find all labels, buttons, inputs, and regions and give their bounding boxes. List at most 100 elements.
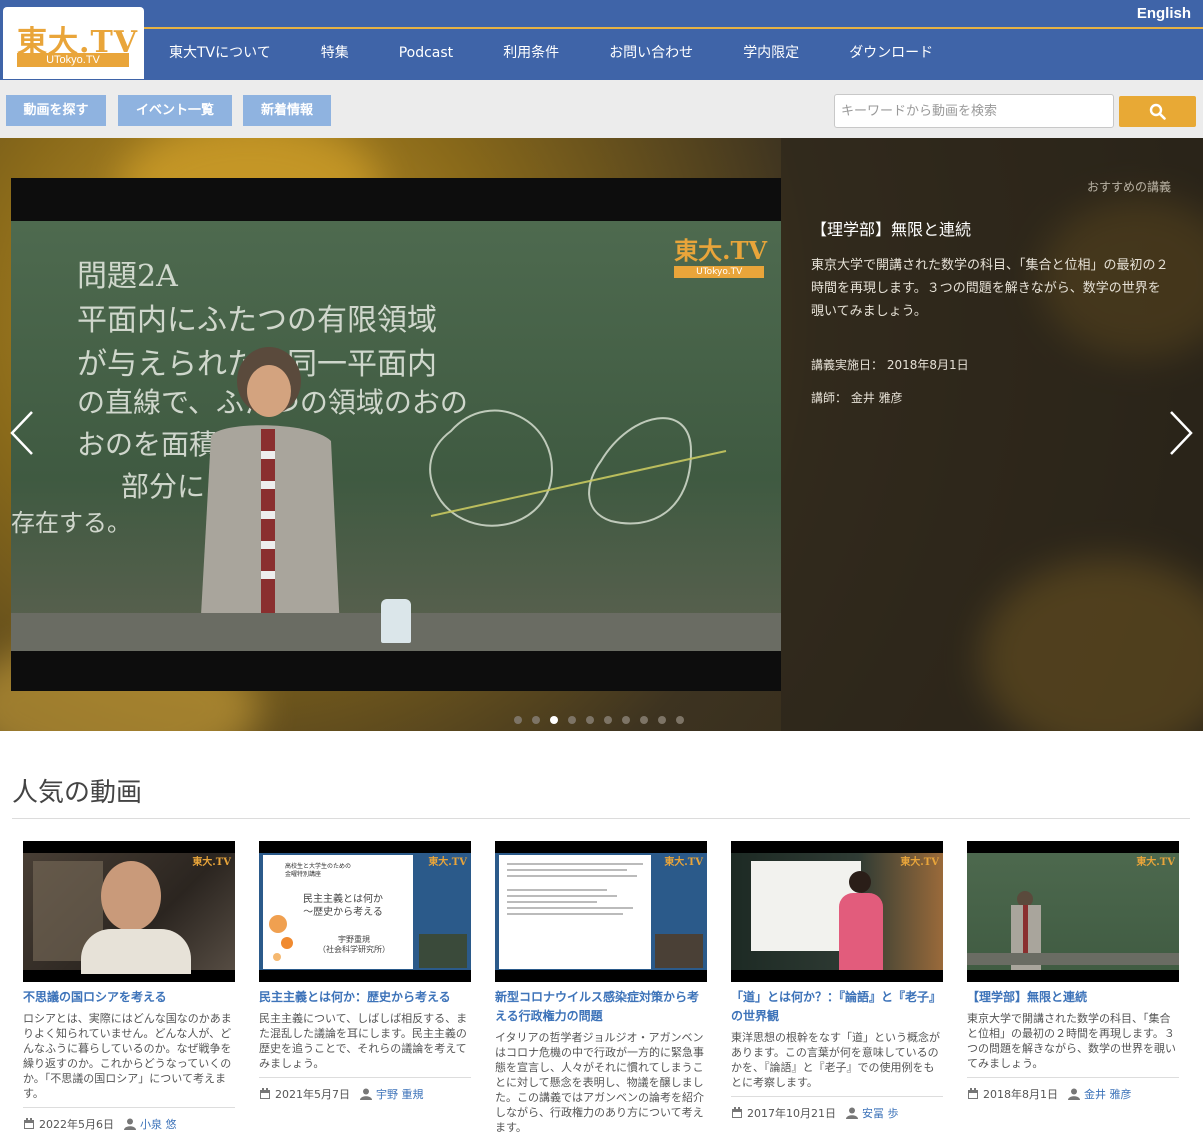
chalk-diagram [429, 409, 727, 527]
video-title[interactable]: 【理学部】無限と連続 [967, 988, 1179, 1007]
nav-item-internal[interactable]: 学内限定 [718, 30, 824, 78]
slide-text-line [507, 869, 627, 871]
find-videos-button[interactable]: 動画を探す [6, 95, 106, 126]
carousel-prev-arrow-icon[interactable] [8, 408, 38, 458]
carousel-dot[interactable] [514, 716, 522, 724]
nav-item-terms[interactable]: 利用条件 [478, 30, 584, 78]
speaker-inset [655, 934, 703, 968]
video-card[interactable]: 東大.TV 「道」とは何か？：『論語』と『老子』の世界観 東洋思想の根幹をなす「… [731, 841, 943, 1121]
video-meta: 2017年10月21日 安冨 歩 [731, 1096, 943, 1121]
video-meta: 2022年5月6日 小泉 悠 [23, 1107, 235, 1132]
carousel-dot[interactable] [568, 716, 576, 724]
video-card[interactable]: 東大.TV 新型コロナウイルス感染症対策から考える行政権力の問題 イタリアの哲学… [495, 841, 707, 1135]
search-input[interactable] [834, 94, 1114, 128]
carousel-dot[interactable] [586, 716, 594, 724]
video-thumbnail[interactable]: 東大.TV [731, 841, 943, 982]
video-date: 2021年5月7日 [275, 1088, 350, 1101]
video-date: 2017年10月21日 [747, 1107, 836, 1120]
video-thumbnail[interactable]: 東大.TV [23, 841, 235, 982]
featured-info-panel: おすすめの講義 【理学部】無限と連続 東京大学で開講された数学の科目、「集合と位… [781, 138, 1203, 731]
video-thumbnail[interactable]: 東大.TV [967, 841, 1179, 982]
speaker-inset [419, 934, 467, 968]
calendar-icon [968, 1088, 978, 1099]
slide-decoration [269, 915, 287, 933]
news-button[interactable]: 新着情報 [243, 95, 331, 126]
carousel-dot[interactable] [658, 716, 666, 724]
site-logo[interactable]: 東大.TV UTokyo.TV [3, 7, 144, 79]
chalk-tray [967, 953, 1179, 965]
featured-carousel: 問題2A 平面内にふたつの有限領域 が与えられた。同一平面内 の直線で、ふたつの… [0, 138, 1203, 731]
carousel-next-arrow-icon[interactable] [1165, 408, 1195, 458]
video-title[interactable]: 民主主義とは何か：歴史から考える [259, 988, 471, 1007]
watermark-sub: UTokyo.TV [674, 266, 765, 278]
video-title[interactable]: 「道」とは何か？：『論語』と『老子』の世界観 [731, 988, 943, 1026]
video-description: 東京大学で開講された数学の科目、「集合と位相」の最初の２時間を再現します。３つの… [967, 1012, 1176, 1070]
carousel-dot[interactable] [640, 716, 648, 724]
nav-item-features[interactable]: 特集 [296, 30, 374, 78]
video-author[interactable]: 小泉 悠 [140, 1116, 177, 1132]
video-thumbnail[interactable]: 高校生と大学生のための 金曜特別講座 民主主義とは何か 〜歴史から考える 宇野重… [259, 841, 471, 982]
video-description: 民主主義について、しばしば相反する、また混乱した議論を耳にします。民主主義の歴史… [259, 1012, 468, 1070]
slide-decoration [281, 937, 293, 949]
video-description: ロシアとは、実際にはどんな国なのかあまりよく知られていません。どんな人が、どんな… [23, 1012, 232, 1100]
video-author[interactable]: 宇野 重規 [376, 1086, 424, 1102]
video-meta: 2021年5月7日 宇野 重規 [259, 1077, 471, 1102]
featured-lecturer-name: 金井 雅彦 [850, 391, 903, 405]
nav-item-contact[interactable]: お問い合わせ [584, 30, 718, 78]
video-card[interactable]: 東大.TV 【理学部】無限と連続 東京大学で開講された数学の科目、「集合と位相」… [967, 841, 1179, 1102]
user-icon [360, 1088, 372, 1100]
popular-section-title: 人気の動画 [12, 778, 143, 808]
featured-video-player[interactable]: 問題2A 平面内にふたつの有限領域 が与えられた。同一平面内 の直線で、ふたつの… [11, 178, 781, 691]
video-title[interactable]: 新型コロナウイルス感染症対策から考える行政権力の問題 [495, 988, 707, 1026]
letterbox [967, 841, 1179, 853]
lecturer-figure [199, 347, 341, 651]
slide-text-line [507, 889, 607, 891]
featured-title[interactable]: 【理学部】無限と連続 [811, 216, 971, 240]
slide-text-line [507, 895, 617, 897]
thumb-watermark: 東大.TV [900, 857, 939, 868]
carousel-dot[interactable] [622, 716, 630, 724]
featured-lecturer: 講師： 金井 雅彦 [811, 389, 903, 406]
calendar-icon [24, 1118, 34, 1129]
slide [499, 855, 651, 969]
video-frame-chalkboard: 問題2A 平面内にふたつの有限領域 が与えられた。同一平面内 の直線で、ふたつの… [11, 221, 781, 651]
video-title[interactable]: 不思議の国ロシアを考える [23, 988, 235, 1007]
slide-text-line [507, 913, 623, 915]
featured-description: 東京大学で開講された数学の科目、「集合と位相」の最初の２時間を再現します。３つの… [811, 258, 1169, 319]
letterbox [495, 970, 707, 982]
video-meta: 2018年8月1日 金井 雅彦 [967, 1077, 1179, 1102]
carousel-dot[interactable] [604, 716, 612, 724]
video-author[interactable]: 安冨 歩 [862, 1105, 899, 1121]
nav-item-download[interactable]: ダウンロード [824, 30, 958, 78]
letterbox [259, 970, 471, 982]
english-link[interactable]: English [1137, 5, 1191, 22]
carousel-pagination [514, 716, 684, 724]
slide-title: 民主主義とは何か 〜歴史から考える [303, 894, 383, 918]
nav-item-podcast[interactable]: Podcast [374, 30, 478, 78]
video-thumbnail[interactable]: 東大.TV [495, 841, 707, 982]
carousel-dot[interactable] [532, 716, 540, 724]
video-author[interactable]: 金井 雅彦 [1084, 1086, 1132, 1102]
video-card[interactable]: 高校生と大学生のための 金曜特別講座 民主主義とは何か 〜歴史から考える 宇野重… [259, 841, 471, 1102]
sub-nav-bar: 動画を探す イベント一覧 新着情報 [0, 80, 1203, 138]
thumb-watermark: 東大.TV [1136, 857, 1175, 868]
events-button[interactable]: イベント一覧 [118, 95, 232, 126]
speaker-jacket [839, 893, 883, 970]
speaker-head [849, 871, 871, 893]
search-button[interactable] [1119, 96, 1196, 127]
chalk-text: 平面内にふたつの有限領域 [77, 303, 437, 338]
letterbox [259, 841, 471, 853]
water-bottle [381, 599, 411, 643]
video-date: 2022年5月6日 [39, 1118, 114, 1131]
chalk-text: 問題2A [77, 259, 178, 294]
chalk-text: 存在する。 [11, 509, 131, 537]
carousel-dot[interactable] [676, 716, 684, 724]
search-icon [1149, 103, 1166, 120]
slide: 高校生と大学生のための 金曜特別講座 民主主義とは何か 〜歴史から考える 宇野重… [263, 855, 413, 969]
nav-item-about[interactable]: 東大TVについて [144, 30, 296, 78]
video-watermark: 東大.TV UTokyo.TV [674, 231, 767, 278]
carousel-dot-active[interactable] [550, 716, 558, 724]
user-icon [124, 1118, 136, 1130]
video-description: 東洋思想の根幹をなす「道」という概念があります。この言葉が何を意味しているのかを… [731, 1031, 940, 1089]
video-card[interactable]: 東大.TV 不思議の国ロシアを考える ロシアとは、実際にはどんな国なのかあまりよ… [23, 841, 235, 1132]
